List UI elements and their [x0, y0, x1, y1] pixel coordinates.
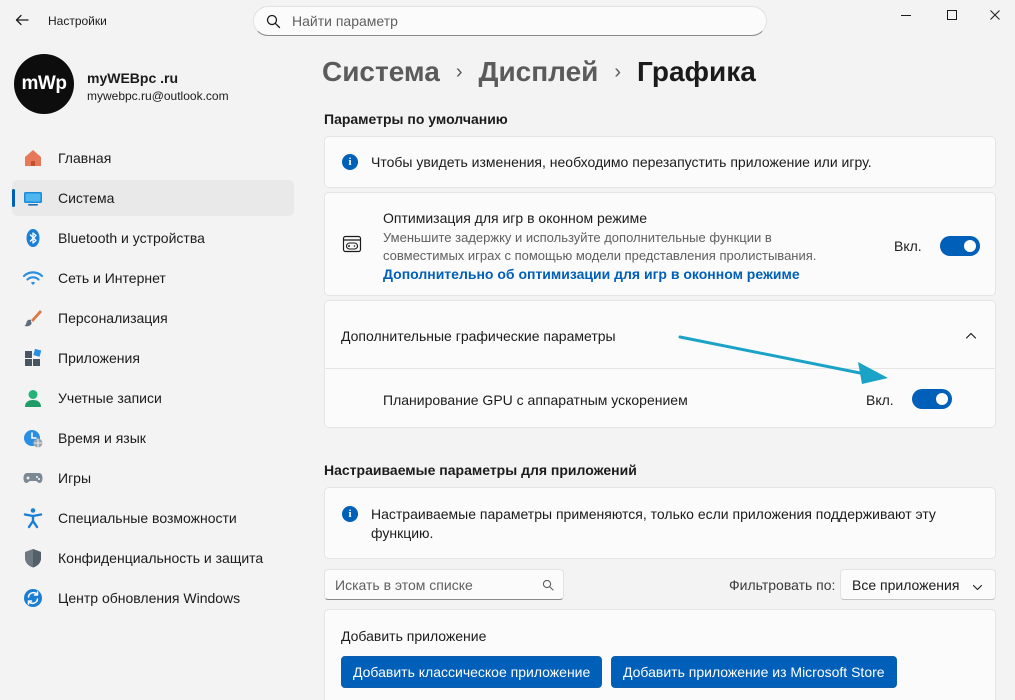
windowed-games-toggle[interactable]: [940, 236, 980, 256]
add-classic-app-button[interactable]: Добавить классическое приложение: [341, 656, 603, 688]
settings-search-input[interactable]: [292, 12, 752, 30]
annotation-arrow-icon: [678, 335, 888, 384]
maximize-icon: [947, 10, 957, 20]
sidebar-item-bluetooth[interactable]: Bluetooth и устройства: [12, 220, 294, 256]
sidebar-item-label: Центр обновления Windows: [58, 590, 241, 606]
windowed-games-desc-line1: Уменьшите задержку и используйте дополни…: [383, 230, 772, 245]
sidebar-item-personalization[interactable]: Персонализация: [12, 300, 294, 336]
breadcrumb-system[interactable]: Система: [322, 56, 440, 88]
gpu-scheduling-label: Планирование GPU с аппаратным ускорением: [383, 392, 688, 408]
sidebar-item-label: Приложения: [58, 350, 140, 366]
section-title-custom: Настраиваемые параметры для приложений: [324, 462, 637, 478]
custom-notice-line2: функцию.: [371, 525, 434, 541]
sidebar-item-privacy[interactable]: Конфиденциальность и защита: [12, 540, 294, 576]
app-list-search-input[interactable]: [335, 576, 535, 594]
app-title: Настройки: [48, 14, 107, 28]
home-icon: [22, 147, 44, 169]
maximize-button[interactable]: [929, 0, 975, 30]
app-list-search[interactable]: [324, 569, 564, 600]
breadcrumb: Система › Дисплей › Графика: [322, 56, 756, 88]
sidebar-item-apps[interactable]: Приложения: [12, 340, 294, 376]
account-icon: [22, 387, 44, 409]
shield-icon: [22, 547, 44, 569]
sidebar-item-gaming[interactable]: Игры: [12, 460, 294, 496]
sidebar-item-time-language[interactable]: Время и язык: [12, 420, 294, 456]
game-window-icon: [342, 234, 362, 257]
search-icon: [266, 14, 281, 32]
sidebar-item-label: Персонализация: [58, 310, 168, 326]
brush-icon: [22, 307, 44, 329]
filter-label: Фильтровать по:: [729, 577, 836, 593]
search-icon: [542, 578, 554, 594]
windowed-games-learn-more-link[interactable]: Дополнительно об оптимизации для игр в о…: [383, 266, 800, 282]
windowed-games-state-label: Вкл.: [894, 238, 922, 254]
sidebar-item-label: Конфиденциальность и защита: [58, 550, 264, 566]
arrow-left-icon: [15, 14, 29, 26]
windowed-games-card: Оптимизация для игр в оконном режиме Уме…: [324, 192, 996, 296]
chevron-up-icon[interactable]: [965, 329, 977, 345]
sidebar-item-accounts[interactable]: Учетные записи: [12, 380, 294, 416]
title-bar: Настройки: [0, 0, 1015, 44]
info-icon: i: [342, 506, 358, 522]
close-icon: [990, 10, 1000, 20]
add-app-card: Добавить приложение Добавить классическо…: [324, 609, 996, 700]
advanced-graphics-title: Дополнительные графические параметры: [341, 328, 616, 344]
restart-notice-text: Чтобы увидеть изменения, необходимо пере…: [371, 154, 872, 170]
sidebar-nav: Главная Система Bluetooth и устройства С…: [12, 140, 294, 620]
sidebar-item-windows-update[interactable]: Центр обновления Windows: [12, 580, 294, 616]
apps-icon: [22, 347, 44, 369]
close-button[interactable]: [975, 0, 1015, 30]
sidebar-item-label: Сеть и Интернет: [58, 270, 166, 286]
sidebar-item-accessibility[interactable]: Специальные возможности: [12, 500, 294, 536]
minimize-icon: [901, 15, 911, 16]
chevron-down-icon: [972, 580, 983, 596]
sidebar-item-label: Система: [58, 190, 115, 206]
filter-dropdown-value: Все приложения: [852, 577, 960, 593]
windowed-games-desc-line2: совместимых играх с помощью модели предс…: [383, 248, 817, 263]
section-title-defaults: Параметры по умолчанию: [324, 111, 508, 127]
sidebar-item-network[interactable]: Сеть и Интернет: [12, 260, 294, 296]
chevron-right-icon: ›: [455, 60, 463, 83]
gpu-scheduling-toggle[interactable]: [912, 389, 952, 409]
bluetooth-icon: [22, 227, 44, 249]
profile-email: mywebpc.ru@outlook.com: [87, 89, 229, 103]
update-icon: [22, 587, 44, 609]
system-icon: [22, 187, 44, 209]
settings-search[interactable]: [253, 6, 767, 36]
sidebar-item-label: Игры: [58, 470, 92, 486]
minimize-button[interactable]: [883, 0, 929, 30]
sidebar-item-label: Специальные возможности: [58, 510, 237, 526]
add-store-app-button[interactable]: Добавить приложение из Microsoft Store: [611, 656, 897, 688]
time-language-icon: [22, 427, 44, 449]
sidebar-item-label: Время и язык: [58, 430, 146, 446]
profile-name: myWEBpc .ru: [87, 70, 179, 86]
accessibility-icon: [22, 507, 44, 529]
sidebar-item-label: Bluetooth и устройства: [58, 230, 205, 246]
back-button[interactable]: [4, 4, 40, 36]
info-icon: i: [342, 154, 358, 170]
add-app-title: Добавить приложение: [341, 628, 487, 644]
restart-notice-card: i Чтобы увидеть изменения, необходимо пе…: [324, 136, 996, 188]
sidebar-item-home[interactable]: Главная: [12, 140, 294, 176]
sidebar-item-label: Главная: [58, 150, 112, 166]
breadcrumb-display[interactable]: Дисплей: [479, 56, 599, 88]
sidebar-item-label: Учетные записи: [58, 390, 162, 406]
chevron-right-icon: ›: [614, 60, 622, 83]
gamepad-icon: [22, 467, 44, 489]
avatar[interactable]: mWp: [14, 54, 74, 114]
wifi-icon: [22, 267, 44, 289]
page-title: Графика: [637, 56, 756, 87]
custom-notice-line1: Настраиваемые параметры применяются, тол…: [371, 506, 936, 522]
filter-dropdown[interactable]: Все приложения: [840, 569, 996, 600]
windowed-games-title: Оптимизация для игр в оконном режиме: [383, 210, 648, 226]
sidebar-item-system[interactable]: Система: [12, 180, 294, 216]
custom-notice-card: i Настраиваемые параметры применяются, т…: [324, 487, 996, 559]
